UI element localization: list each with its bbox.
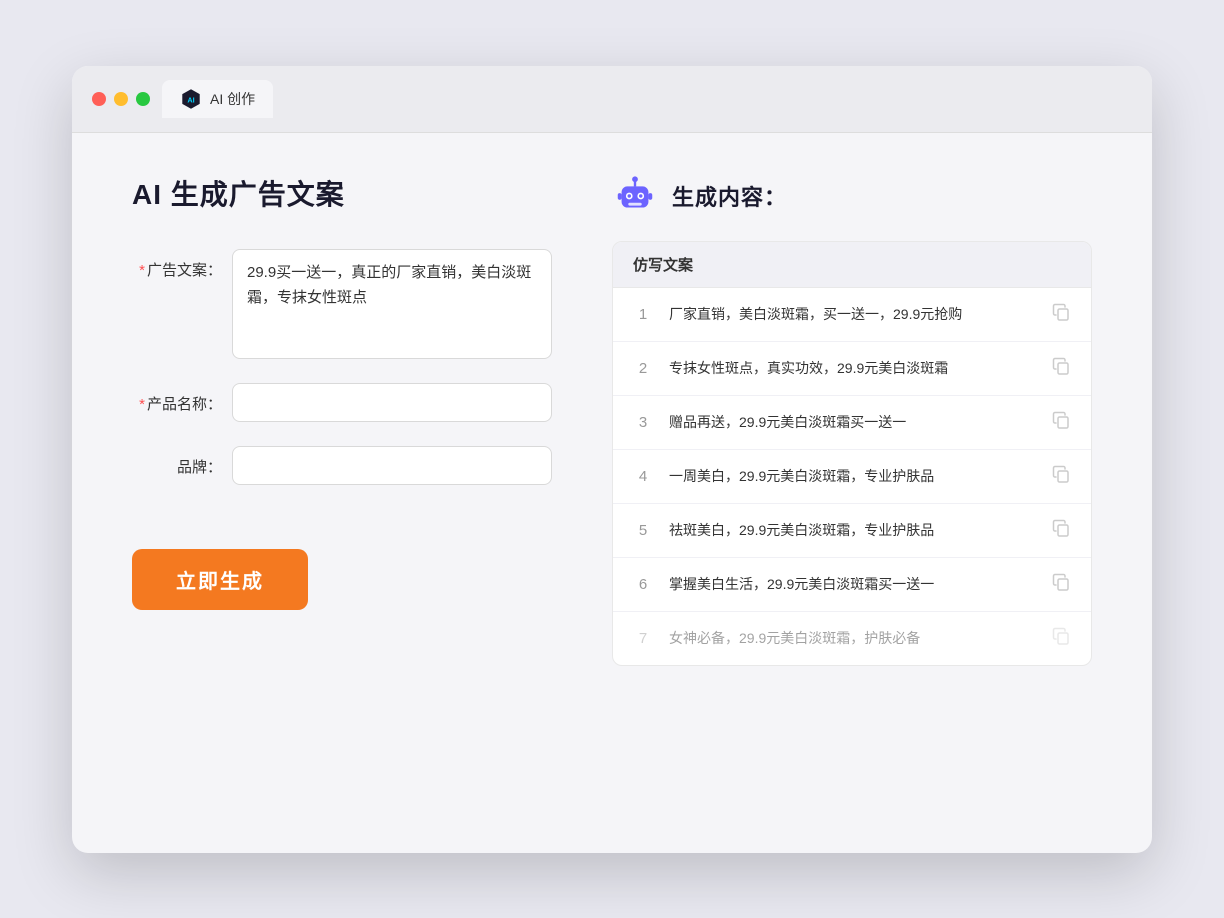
product-name-input[interactable]: 美白淡斑霜 [232,383,552,422]
result-header: 生成内容： [612,173,1092,219]
content-area: AI 生成广告文案 *广告文案： 29.9买一送一，真正的厂家直销，美白淡斑霜，… [72,133,1152,853]
brand-row: 品牌： 好白 [132,446,552,485]
tab-label: AI 创作 [210,89,255,109]
row-number: 2 [633,360,653,377]
ai-tab[interactable]: AI AI 创作 [162,80,273,118]
robot-icon [612,173,658,219]
ai-tab-icon: AI [180,88,202,110]
result-row: 1 厂家直销，美白淡斑霜，买一送一，29.9元抢购 [613,288,1091,342]
copy-icon[interactable] [1051,626,1071,651]
product-name-label: *产品名称： [132,383,222,414]
maximize-button[interactable] [136,92,150,106]
generate-button[interactable]: 立即生成 [132,549,308,610]
copy-icon[interactable] [1051,572,1071,597]
result-table: 仿写文案 1 厂家直销，美白淡斑霜，买一送一，29.9元抢购 2 专抹女性斑点，真实… [612,241,1092,666]
row-text: 掌握美白生活，29.9元美白淡斑霜买一送一 [669,574,1035,595]
row-text: 祛斑美白，29.9元美白淡斑霜，专业护肤品 [669,520,1035,541]
left-panel: AI 生成广告文案 *广告文案： 29.9买一送一，真正的厂家直销，美白淡斑霜，… [132,173,552,813]
title-bar: AI AI 创作 [72,66,1152,133]
svg-text:AI: AI [187,95,194,104]
row-text: 女神必备，29.9元美白淡斑霜，护肤必备 [669,628,1035,649]
browser-window: AI AI 创作 AI 生成广告文案 *广告文案： 29.9买一送一，真正的厂家… [72,66,1152,853]
row-number: 1 [633,306,653,323]
row-number: 4 [633,468,653,485]
row-number: 6 [633,576,653,593]
ad-copy-required: * [139,262,145,279]
result-title: 生成内容： [672,180,787,212]
result-table-header: 仿写文案 [613,242,1091,288]
brand-input[interactable]: 好白 [232,446,552,485]
ad-copy-label: *广告文案： [132,249,222,280]
ad-copy-input[interactable]: 29.9买一送一，真正的厂家直销，美白淡斑霜，专抹女性斑点 [232,249,552,359]
result-row: 4 一周美白，29.9元美白淡斑霜，专业护肤品 [613,450,1091,504]
right-panel: 生成内容： 仿写文案 1 厂家直销，美白淡斑霜，买一送一，29.9元抢购 2 专抹女… [612,173,1092,813]
copy-icon[interactable] [1051,302,1071,327]
result-rows-container: 1 厂家直销，美白淡斑霜，买一送一，29.9元抢购 2 专抹女性斑点，真实功效，29… [613,288,1091,665]
result-row: 5 祛斑美白，29.9元美白淡斑霜，专业护肤品 [613,504,1091,558]
result-row: 2 专抹女性斑点，真实功效，29.9元美白淡斑霜 [613,342,1091,396]
row-number: 5 [633,522,653,539]
minimize-button[interactable] [114,92,128,106]
row-text: 厂家直销，美白淡斑霜，买一送一，29.9元抢购 [669,304,1035,325]
row-number: 7 [633,630,653,647]
row-text: 赠品再送，29.9元美白淡斑霜买一送一 [669,412,1035,433]
row-text: 一周美白，29.9元美白淡斑霜，专业护肤品 [669,466,1035,487]
brand-label: 品牌： [132,446,222,477]
row-number: 3 [633,414,653,431]
copy-icon[interactable] [1051,518,1071,543]
copy-icon[interactable] [1051,356,1071,381]
result-row: 7 女神必备，29.9元美白淡斑霜，护肤必备 [613,612,1091,665]
ad-copy-row: *广告文案： 29.9买一送一，真正的厂家直销，美白淡斑霜，专抹女性斑点 [132,249,552,359]
result-row: 3 赠品再送，29.9元美白淡斑霜买一送一 [613,396,1091,450]
page-title: AI 生成广告文案 [132,173,552,213]
row-text: 专抹女性斑点，真实功效，29.9元美白淡斑霜 [669,358,1035,379]
product-name-required: * [139,396,145,413]
copy-icon[interactable] [1051,410,1071,435]
traffic-lights [92,92,150,106]
copy-icon[interactable] [1051,464,1071,489]
result-row: 6 掌握美白生活，29.9元美白淡斑霜买一送一 [613,558,1091,612]
product-name-row: *产品名称： 美白淡斑霜 [132,383,552,422]
close-button[interactable] [92,92,106,106]
